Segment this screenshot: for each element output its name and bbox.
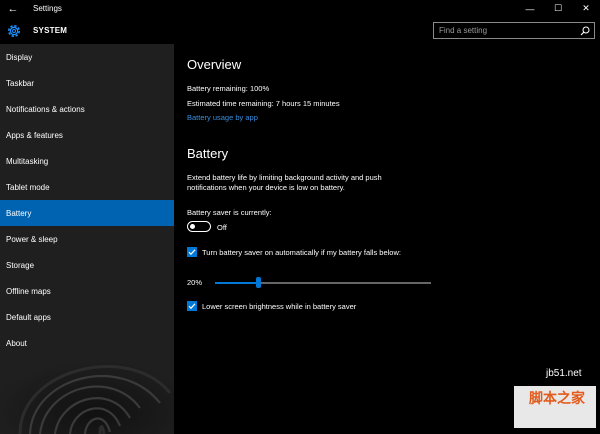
slider-fill (215, 282, 259, 284)
sidebar-item-label: Storage (6, 260, 35, 270)
toggle-knob (190, 223, 195, 229)
overview-heading: Overview (187, 57, 242, 72)
sidebar-item-label: Taskbar (6, 78, 35, 88)
sidebar-item-about[interactable]: About (0, 330, 174, 356)
auto-battery-saver-checkbox[interactable] (187, 247, 197, 257)
watermark-text: 脚本之家 (529, 391, 585, 407)
battery-usage-link[interactable]: Battery usage by app (187, 113, 258, 122)
sidebar-item-display[interactable]: Display (0, 44, 174, 70)
sidebar-item-apps-features[interactable]: Apps & features (0, 122, 174, 148)
sidebar-item-label: Offline maps (6, 286, 51, 296)
battery-remaining-text: Battery remaining: 100% (187, 84, 270, 93)
close-button[interactable]: ✕ (572, 0, 600, 17)
back-arrow-icon: ← (7, 2, 19, 15)
window-title: Settings (33, 4, 62, 13)
battery-threshold-slider-thumb[interactable] (256, 277, 262, 288)
sidebar-item-offline-maps[interactable]: Offline maps (0, 278, 174, 304)
battery-saver-toggle[interactable] (187, 221, 211, 232)
time-remaining-text: Estimated time remaining: 7 hours 15 min… (187, 99, 340, 108)
sidebar-item-label: Battery (6, 208, 32, 218)
close-icon: ✕ (582, 3, 590, 13)
checkmark-icon (188, 249, 196, 256)
sidebar-item-taskbar[interactable]: Taskbar (0, 70, 174, 96)
sidebar: Display Taskbar Notifications & actions … (0, 44, 174, 434)
title-bar: ← Settings — ☐ ✕ (0, 0, 600, 17)
maximize-icon: ☐ (553, 3, 563, 13)
threshold-value-label: 20% (187, 278, 203, 287)
sidebar-item-label: Display (6, 52, 33, 62)
search-input[interactable] (439, 26, 576, 35)
sidebar-item-power-sleep[interactable]: Power & sleep (0, 226, 174, 252)
gear-icon (3, 20, 25, 42)
sidebar-item-battery[interactable]: Battery (0, 200, 174, 226)
auto-battery-saver-label: Turn battery saver on automatically if m… (202, 248, 401, 257)
sidebar-item-label: Apps & features (6, 130, 63, 140)
sidebar-item-label: About (6, 338, 27, 348)
window-controls: — ☐ ✕ (516, 0, 600, 17)
sidebar-item-label: Notifications & actions (6, 104, 85, 114)
maximize-button[interactable]: ☐ (544, 0, 572, 17)
sidebar-item-label: Tablet mode (6, 182, 50, 192)
sidebar-item-tablet-mode[interactable]: Tablet mode (0, 174, 174, 200)
battery-threshold-slider-track[interactable] (215, 282, 431, 284)
main-content: Overview Battery remaining: 100% Estimat… (174, 44, 600, 434)
sidebar-item-notifications[interactable]: Notifications & actions (0, 96, 174, 122)
battery-description-line2: notifications when your device is low on… (187, 183, 345, 192)
background-swirl-image (0, 348, 174, 434)
checkmark-icon (188, 303, 196, 310)
sidebar-item-label: Multitasking (6, 156, 49, 166)
sidebar-item-label: Power & sleep (6, 234, 58, 244)
page-header: SYSTEM (0, 17, 600, 44)
watermark-url: jb51.net (546, 368, 582, 379)
sidebar-item-default-apps[interactable]: Default apps (0, 304, 174, 330)
search-box[interactable] (433, 22, 595, 39)
minimize-button[interactable]: — (516, 0, 544, 17)
sidebar-item-storage[interactable]: Storage (0, 252, 174, 278)
minimize-icon: — (525, 3, 535, 14)
battery-saver-state: Off (217, 223, 227, 232)
lower-brightness-checkbox[interactable] (187, 301, 197, 311)
battery-heading: Battery (187, 146, 229, 161)
sidebar-item-multitasking[interactable]: Multitasking (0, 148, 174, 174)
battery-description-line1: Extend battery life by limiting backgrou… (187, 173, 382, 182)
battery-saver-label: Battery saver is currently: (187, 208, 272, 217)
back-button[interactable]: ← (0, 0, 26, 17)
sidebar-item-label: Default apps (6, 312, 51, 322)
search-icon[interactable] (576, 23, 594, 38)
lower-brightness-label: Lower screen brightness while in battery… (202, 302, 357, 311)
